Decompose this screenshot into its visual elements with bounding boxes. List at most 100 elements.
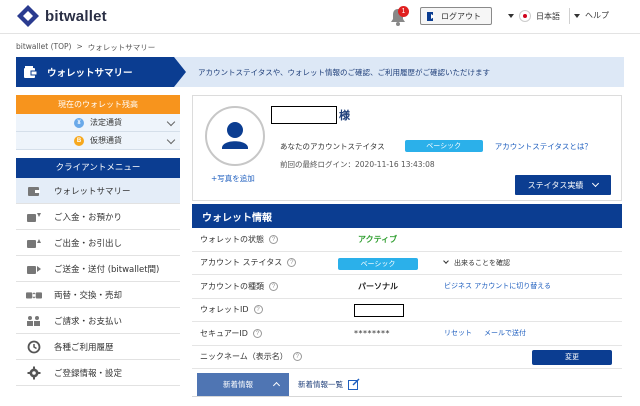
gear-icon (26, 366, 42, 379)
row-label-text: ウォレットID (200, 305, 249, 315)
profile-card: +写真を追加 様 あなたのアカウントステイタス ベーシック アカウントステイタス… (192, 95, 622, 201)
chevron-down-icon (592, 179, 600, 188)
reset-link[interactable]: リセット (444, 328, 472, 338)
row-label: セキュアーID? (200, 328, 262, 339)
exchange-icon (26, 289, 42, 301)
logout-button[interactable]: ログアウト (420, 7, 492, 25)
wallet-id-redacted (354, 303, 404, 317)
help-icon[interactable]: ? (287, 258, 297, 268)
balance-fiat-label: 法定通貨 (90, 118, 122, 127)
account-status-row: アカウント ステイタス? ベーシック 出来ることを確認 (192, 252, 622, 275)
add-photo-link[interactable]: +写真を追加 (211, 173, 255, 184)
wallet-state-row: ウォレットの状態? アクティブ (192, 228, 622, 252)
change-nickname-button[interactable]: 変更 (532, 349, 612, 365)
help-icon[interactable]: ? (292, 352, 302, 362)
page-description: アカウントステイタスや、ウォレット情報のご確認、ご利用履歴がご確認いただけます (198, 68, 490, 77)
sidebar-item-deposit[interactable]: ご入金・お預かり (16, 204, 180, 230)
breadcrumb-separator: > (76, 42, 83, 51)
row-label-text: セキュアーID (200, 328, 248, 338)
invoice-icon (26, 315, 42, 327)
balance-crypto-row[interactable]: B 仮想通貨 (16, 132, 180, 150)
page-title: ウォレットサマリー (47, 68, 133, 79)
language-selector[interactable]: 日本語 (508, 10, 560, 22)
header-divider (569, 8, 570, 24)
email-send-link[interactable]: メールで送付 (484, 328, 526, 338)
chevron-up-icon (272, 381, 281, 390)
logout-icon (427, 11, 436, 21)
account-status-badge: ベーシック (338, 257, 418, 270)
news-list-link[interactable]: 新着情報一覧 (298, 378, 360, 390)
wallet-icon (26, 185, 42, 197)
news-list-label: 新着情報一覧 (298, 379, 343, 389)
secure-id-value: ******** (354, 328, 390, 338)
row-label: ウォレットID? (200, 304, 263, 315)
history-icon (26, 340, 42, 353)
language-label: 日本語 (536, 11, 560, 21)
sidebar-item-exchange[interactable]: 両替・交換・売却 (16, 282, 180, 308)
status-achievements-button[interactable]: ステイタス実績 (515, 175, 611, 195)
balance-header: 現在のウォレット残高 (16, 95, 180, 114)
sidebar-item-transfer[interactable]: ご送金・送付 (bitwallet間) (16, 256, 180, 282)
balance-crypto-label: 仮想通貨 (90, 136, 122, 145)
help-icon[interactable]: ? (269, 281, 278, 291)
withdraw-icon (26, 237, 42, 249)
chevron-down-icon (166, 117, 176, 127)
help-icon[interactable]: ? (269, 234, 278, 244)
sidebar-item-withdraw[interactable]: ご出金・お引出し (16, 230, 180, 256)
chevron-down-icon (508, 14, 514, 18)
chevron-down-icon (574, 13, 580, 18)
sidebar-item-history[interactable]: 各種ご利用履歴 (16, 334, 180, 360)
account-status-line: あなたのアカウントステイタス ベーシック アカウントステイタスとは？ (280, 140, 592, 152)
wallet-icon (24, 66, 38, 78)
sidebar-item-label: ご出金・お引出し (54, 238, 123, 249)
row-label-text: ウォレットの状態 (200, 234, 264, 244)
bitcoin-icon: B (74, 135, 84, 146)
chevron-down-icon (443, 258, 449, 265)
sidebar-item-settings[interactable]: ご登録情報・設定 (16, 360, 180, 386)
row-label: ウォレットの状態? (200, 234, 278, 245)
last-login-text: 前回の最終ログイン：2020-11-16 13:43:08 (280, 160, 435, 169)
balance-fiat-row[interactable]: ¥ 法定通貨 (16, 114, 180, 132)
account-type-row: アカウントの種類? パーソナル ビジネス アカウントに切り替える (192, 275, 622, 299)
account-status-badge: ベーシック (404, 140, 483, 152)
row-label: アカウント ステイタス? (200, 257, 297, 268)
notification-badge: 1 (398, 6, 409, 17)
account-status-info-link[interactable]: アカウントステイタスとは？ (495, 141, 592, 152)
help-label: ヘルプ (585, 11, 609, 20)
sidebar-item-invoice[interactable]: ご請求・お支払い (16, 308, 180, 334)
row-label: アカウントの種類? (200, 281, 278, 292)
check-features-label: 出来ることを確認 (454, 258, 510, 267)
wallet-state-value: アクティブ (358, 234, 398, 244)
logo-text: bitwallet (45, 7, 107, 25)
help-icon[interactable]: ? (252, 328, 262, 338)
account-status-label: あなたのアカウントステイタス (280, 141, 385, 151)
secure-id-row: セキュアーID? ******** リセット メールで送付 (192, 322, 622, 346)
sidebar-item-label: ご送金・送付 (bitwallet間) (54, 264, 160, 275)
sidebar: 現在のウォレット残高 ¥ 法定通貨 B 仮想通貨 クライアントメニュー ウォレッ… (16, 95, 180, 386)
breadcrumb-home-link[interactable]: bitwallet (TOP) (16, 42, 71, 53)
sidebar-item-label: ご入金・お預かり (54, 212, 123, 223)
news-tab-label: 新着情報 (223, 380, 253, 389)
logout-label: ログアウト (441, 11, 481, 21)
check-features-link[interactable]: 出来ることを確認 (443, 258, 510, 268)
sidebar-item-wallet-summary[interactable]: ウォレットサマリー (16, 178, 180, 204)
help-icon[interactable]: ? (253, 305, 263, 315)
avatar[interactable] (205, 106, 265, 166)
bitwallet-logo-icon (16, 4, 40, 28)
news-divider (192, 396, 622, 397)
sidebar-item-label: ウォレットサマリー (54, 186, 131, 197)
name-suffix: 様 (339, 109, 350, 122)
edit-icon (348, 378, 360, 390)
user-name-redacted (271, 106, 337, 124)
logo[interactable]: bitwallet (16, 4, 107, 28)
news-tab[interactable]: 新着情報 (197, 373, 289, 396)
japan-flag-icon (519, 10, 531, 22)
fiat-coin-icon: ¥ (74, 117, 84, 128)
page-title-tab: ウォレットサマリー (16, 57, 186, 87)
breadcrumb-current: ウォレットサマリー (87, 43, 156, 52)
row-label: ニックネーム（表示名）? (200, 351, 302, 362)
row-label-text: アカウント ステイタス (200, 258, 283, 268)
help-menu[interactable]: ヘルプ (574, 10, 609, 21)
status-button-label: ステイタス実績 (527, 180, 584, 190)
switch-business-link[interactable]: ビジネス アカウントに切り替える (444, 281, 551, 291)
